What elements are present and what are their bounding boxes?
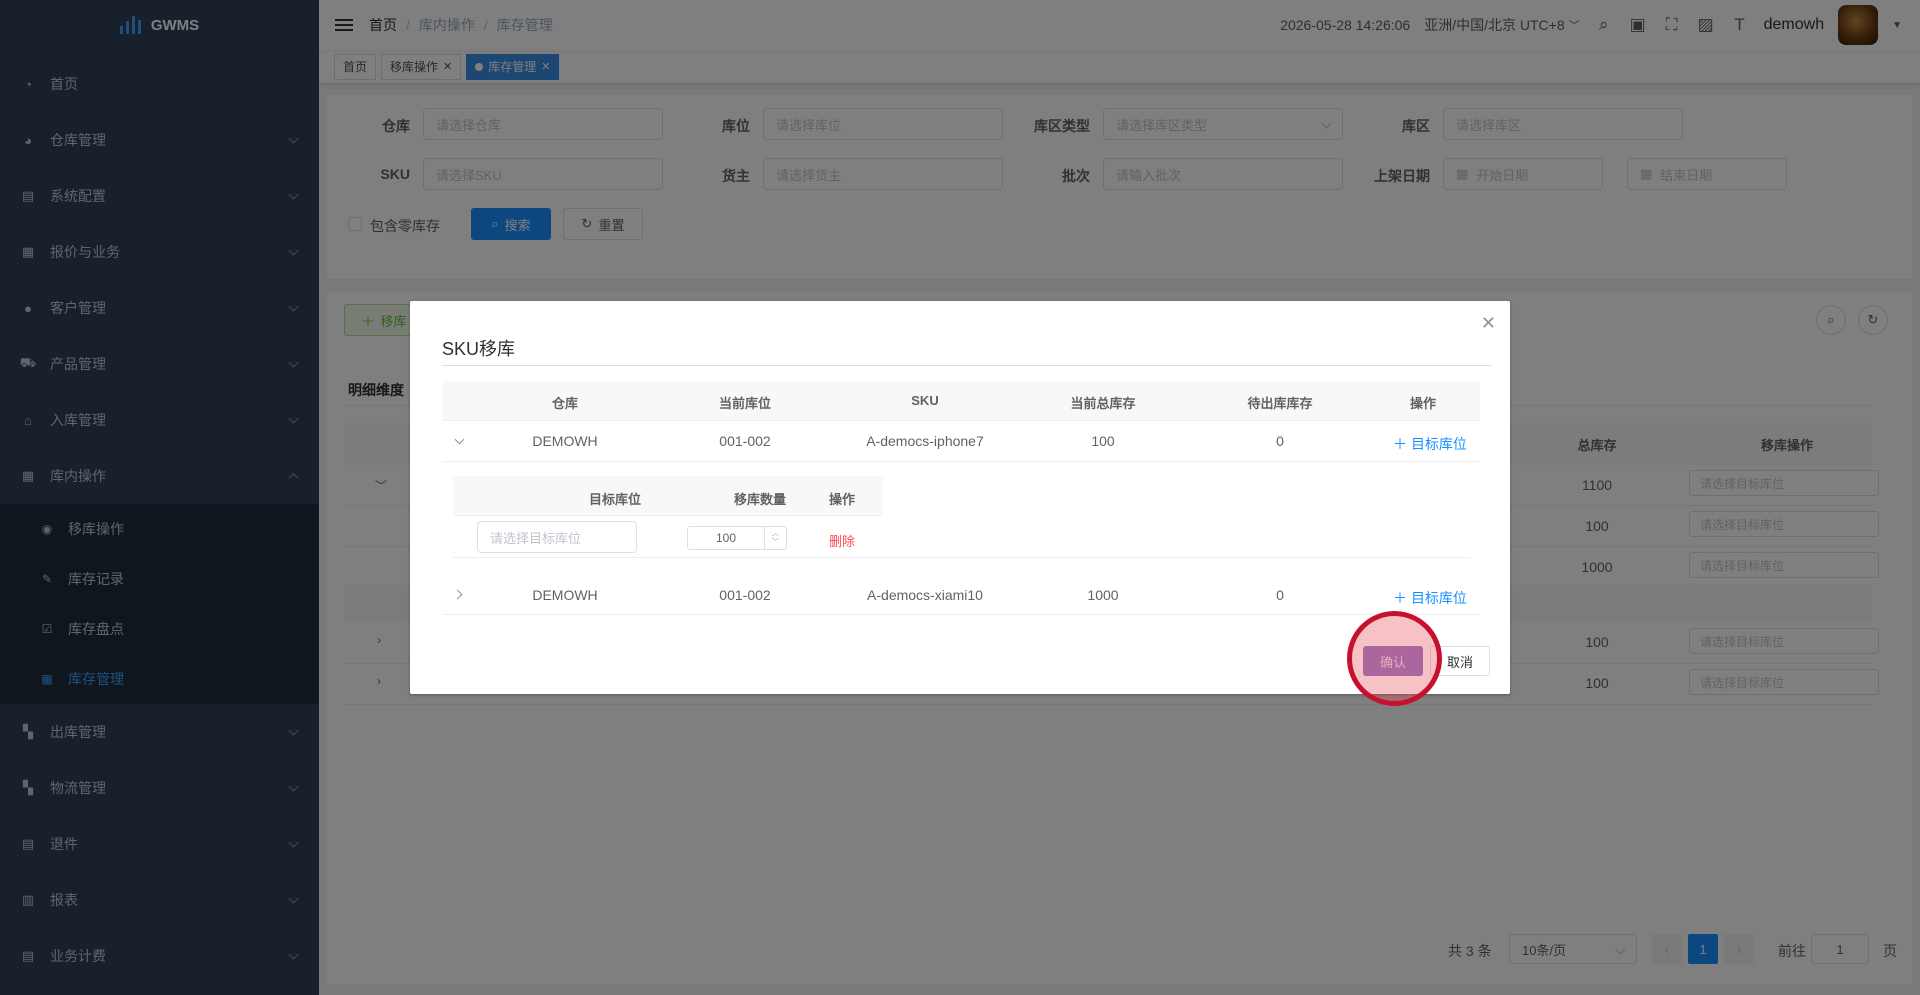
row-sku: A-democs-xiami10 <box>867 587 983 603</box>
column-warehouse: 仓库 <box>551 396 578 411</box>
plus-icon: ＋ <box>1393 436 1411 452</box>
row-pending: 0 <box>1276 433 1284 449</box>
column-current-location: 当前库位 <box>718 396 771 411</box>
target-location-placeholder: 请选择目标库位 <box>490 530 582 546</box>
chevron-up-icon[interactable]: ︿ <box>772 529 779 538</box>
add-target-location-link[interactable]: ＋ 目标库位 <box>1375 588 1485 608</box>
quantity-value: 100 <box>715 531 737 545</box>
column-sku: SKU <box>911 393 939 408</box>
sub-column-target-location: 目标库位 <box>588 492 641 507</box>
chevron-down-icon[interactable]: ﹀ <box>772 538 779 547</box>
row-warehouse: DEMOWH <box>532 433 598 449</box>
column-current-total: 当前总库存 <box>1070 396 1136 411</box>
row-location: 001-002 <box>719 433 771 449</box>
expand-chevron-icon[interactable] <box>452 589 463 600</box>
sub-column-action: 操作 <box>828 492 855 507</box>
row-location: 001-002 <box>719 587 771 603</box>
row-divider <box>442 614 1480 615</box>
quantity-stepper[interactable]: 100 ︿ ﹀ <box>687 526 787 550</box>
row-pending: 0 <box>1276 587 1284 603</box>
row-warehouse: DEMOWH <box>532 587 598 603</box>
target-location-select[interactable]: 请选择目标库位 <box>477 521 637 553</box>
add-target-location-label: 目标库位 <box>1410 590 1467 606</box>
close-icon[interactable]: ✕ <box>1481 313 1496 334</box>
sub-column-quantity: 移库数量 <box>733 492 786 507</box>
sku-move-dialog: SKU移库 ✕ 仓库 当前库位 SKU 当前总库存 待出库库存 操作 DEMOW… <box>410 301 1510 694</box>
plus-icon: ＋ <box>1393 590 1411 606</box>
delete-link[interactable]: 删除 <box>802 531 882 550</box>
stepper-arrows[interactable]: ︿ ﹀ <box>764 527 786 549</box>
cancel-button-label: 取消 <box>1446 654 1473 670</box>
column-action: 操作 <box>1409 396 1436 411</box>
click-highlight-ring <box>1347 611 1442 706</box>
row-total: 1000 <box>1087 587 1119 603</box>
add-target-location-label: 目标库位 <box>1410 436 1467 452</box>
add-target-location-link[interactable]: ＋ 目标库位 <box>1375 434 1485 454</box>
row-divider <box>442 461 1480 462</box>
dialog-title: SKU移库 <box>442 339 516 359</box>
row-sku: A-democs-iphone7 <box>866 433 984 449</box>
row-total: 100 <box>1091 433 1115 449</box>
column-pending-outbound: 待出库库存 <box>1247 396 1313 411</box>
collapse-chevron-icon[interactable] <box>454 434 465 445</box>
dialog-title-divider <box>442 365 1492 366</box>
